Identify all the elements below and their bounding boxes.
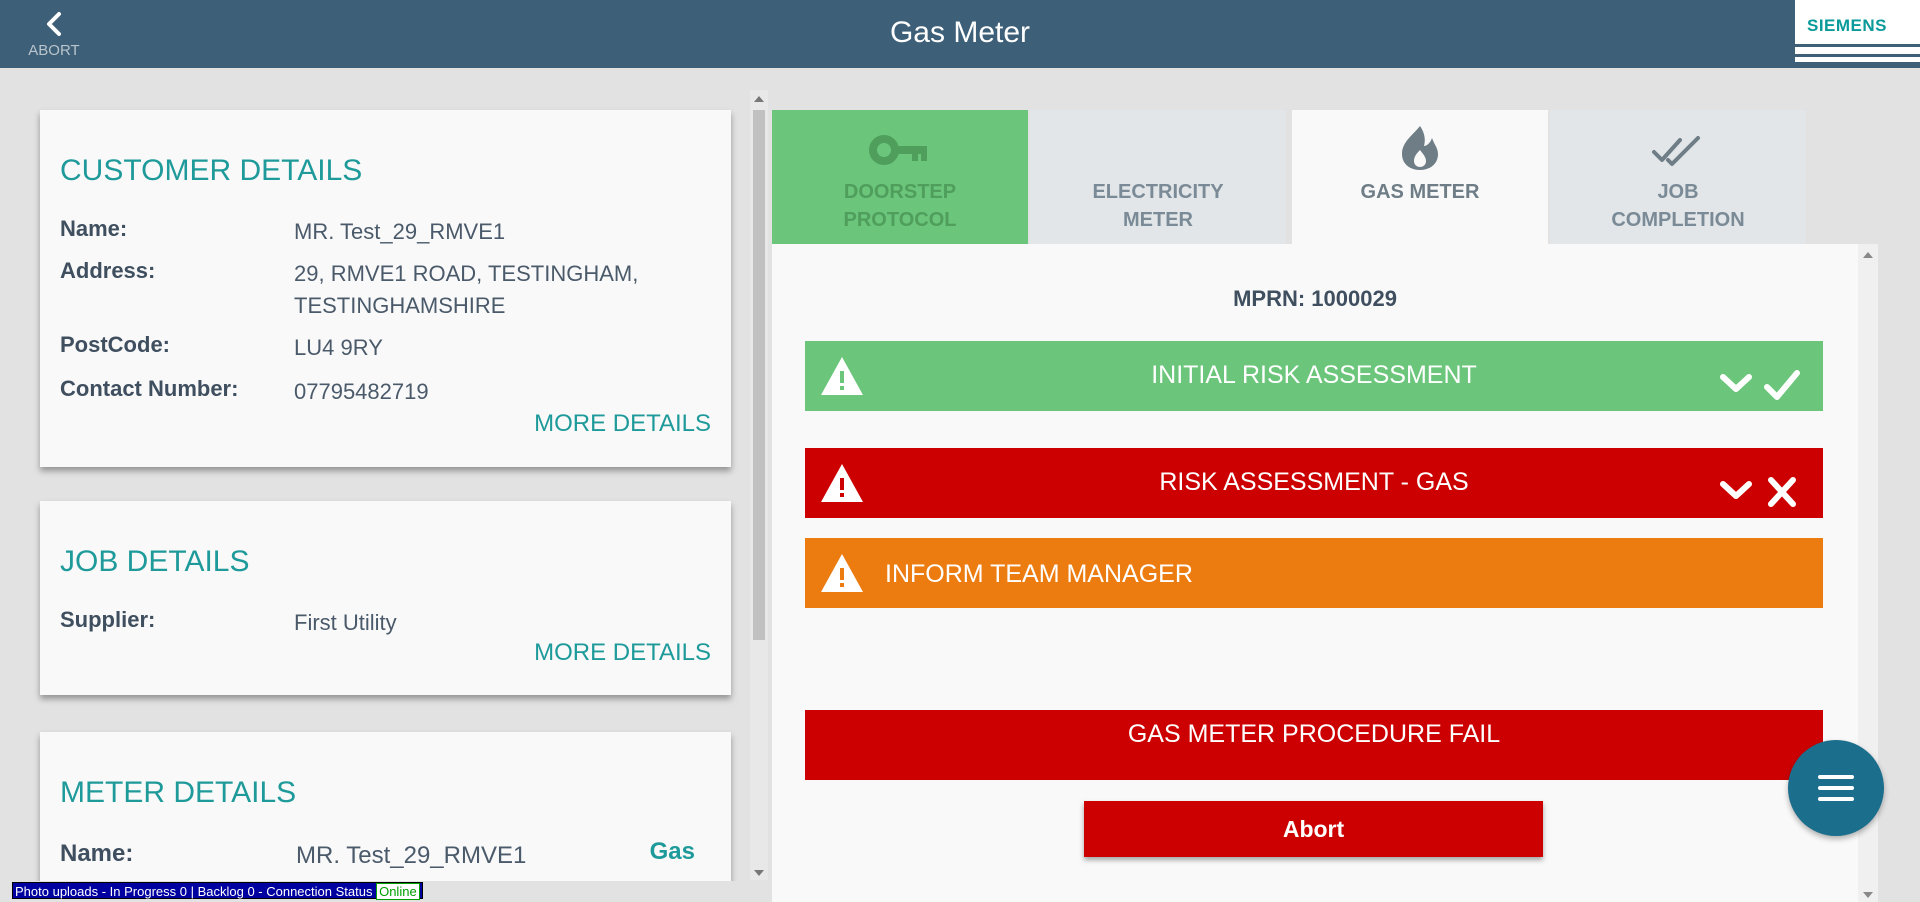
- inform-team-manager-row[interactable]: INFORM TEAM MANAGER: [805, 538, 1823, 608]
- customer-name-label: Name:: [60, 216, 128, 241]
- menu-fab-button[interactable]: [1788, 740, 1884, 836]
- customer-postcode-value: LU4 9RY: [294, 335, 383, 360]
- tab-doorstep-line2: PROTOCOL: [843, 209, 957, 231]
- upload-status-bar: Photo uploads - In Progress 0 | Backlog …: [12, 882, 423, 900]
- double-check-icon: [1652, 136, 1700, 166]
- upload-status-text: Photo uploads - In Progress 0 | Backlog …: [15, 884, 373, 899]
- job-supplier-label: Supplier:: [60, 607, 156, 632]
- inform-team-manager-label: INFORM TEAM MANAGER: [885, 560, 1193, 588]
- tab-gas-line1: GAS METER: [1360, 181, 1480, 203]
- flame-icon: [1402, 126, 1438, 170]
- tab-job-completion[interactable]: JOB COMPLETION: [1550, 110, 1806, 244]
- gas-meter-panel: MPRN: 1000029 INITIAL RISK ASSESSMENT RI…: [772, 244, 1878, 902]
- customer-contact-value: 07795482719: [294, 379, 429, 404]
- siemens-logo: SIEMENS: [1795, 0, 1920, 62]
- checkmark-icon: [1764, 370, 1800, 400]
- customer-postcode-label: PostCode:: [60, 332, 170, 357]
- scroll-down-arrow-icon[interactable]: [1863, 892, 1873, 898]
- tab-gas-meter[interactable]: GAS METER: [1292, 110, 1548, 244]
- customer-details-heading: CUSTOMER DETAILS: [60, 154, 363, 187]
- app-header: ABORT Gas Meter SIEMENS: [0, 0, 1920, 68]
- logo-divider: [1795, 44, 1920, 47]
- scroll-down-arrow-icon[interactable]: [754, 870, 764, 876]
- meter-details-heading: METER DETAILS: [60, 776, 297, 809]
- warning-icon: [821, 554, 863, 592]
- scroll-up-arrow-icon[interactable]: [1863, 252, 1873, 258]
- customer-address-label: Address:: [60, 258, 156, 283]
- initial-risk-assessment-row[interactable]: INITIAL RISK ASSESSMENT: [805, 341, 1823, 411]
- customer-contact-label: Contact Number:: [60, 376, 239, 401]
- tab-doorstep-protocol[interactable]: DOORSTEP PROTOCOL: [772, 110, 1028, 244]
- meter-details-card: METER DETAILS Name: MR. Test_29_RMVE1 Ga…: [40, 732, 731, 881]
- tab-doorstep-line1: DOORSTEP: [843, 181, 957, 203]
- mprn-label: MPRN: 1000029: [1233, 286, 1397, 311]
- logo-text: SIEMENS: [1807, 16, 1888, 35]
- scrollbar-thumb[interactable]: [753, 110, 765, 640]
- meter-name-label: Name:: [60, 840, 134, 867]
- job-details-card: JOB DETAILS Supplier: First Utility MORE…: [40, 501, 731, 695]
- procedure-fail-banner: GAS METER PROCEDURE FAIL: [805, 710, 1823, 780]
- risk-assessment-gas-label: RISK ASSESSMENT - GAS: [1159, 468, 1469, 496]
- tab-job-line2: COMPLETION: [1611, 209, 1745, 231]
- abort-button[interactable]: Abort: [1084, 801, 1543, 857]
- scroll-up-arrow-icon[interactable]: [754, 96, 764, 102]
- job-details-heading: JOB DETAILS: [60, 545, 250, 578]
- customer-more-details-link[interactable]: MORE DETAILS: [534, 410, 711, 438]
- details-scrollbar[interactable]: [750, 90, 768, 880]
- chevron-down-icon[interactable]: [1719, 478, 1753, 502]
- key-icon: [869, 135, 927, 165]
- page-title: Gas Meter: [889, 16, 1031, 49]
- customer-address-line2: TESTINGHAMSHIRE: [294, 293, 506, 318]
- job-supplier-value: First Utility: [294, 610, 397, 635]
- tab-electricity-line1: ELECTRICITY: [1092, 181, 1224, 203]
- meter-type-tag: Gas: [649, 838, 695, 865]
- chevron-down-icon[interactable]: [1719, 371, 1753, 395]
- connection-status-badge: Online: [376, 883, 420, 900]
- customer-name-value: MR. Test_29_RMVE1: [294, 219, 506, 244]
- logo-divider: [1795, 54, 1920, 57]
- initial-risk-assessment-label: INITIAL RISK ASSESSMENT: [1151, 361, 1477, 389]
- tab-job-line1: JOB: [1657, 181, 1699, 203]
- risk-assessment-gas-row[interactable]: RISK ASSESSMENT - GAS: [805, 448, 1823, 518]
- customer-address-line1: 29, RMVE1 ROAD, TESTINGHAM,: [294, 261, 639, 286]
- details-column[interactable]: CUSTOMER DETAILS Name: MR. Test_29_RMVE1…: [0, 68, 750, 881]
- tab-electricity-meter[interactable]: ELECTRICITY METER: [1030, 110, 1286, 244]
- customer-details-card: CUSTOMER DETAILS Name: MR. Test_29_RMVE1…: [40, 110, 731, 467]
- cross-icon: [1768, 477, 1796, 507]
- tab-electricity-line2: METER: [1123, 209, 1193, 231]
- job-more-details-link[interactable]: MORE DETAILS: [534, 639, 711, 667]
